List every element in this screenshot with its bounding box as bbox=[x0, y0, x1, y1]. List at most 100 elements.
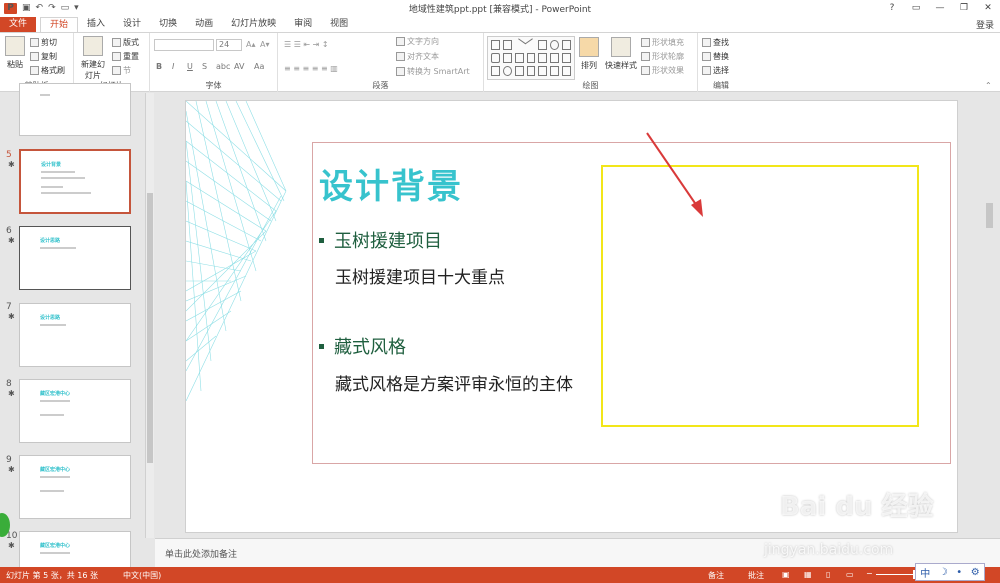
shapes-gallery[interactable] bbox=[487, 36, 575, 80]
ime-toolbar[interactable]: 中 ☽ • ⚙ bbox=[915, 563, 985, 581]
sub-text-1[interactable]: 玉树援建项目十大重点 bbox=[335, 263, 505, 288]
customize-toolbar-icon[interactable]: ▾ bbox=[74, 3, 79, 13]
bullet-item-2[interactable]: 藏式风格 bbox=[319, 333, 406, 359]
strikethrough-icon[interactable]: abc bbox=[216, 62, 230, 71]
shape-brace-icon[interactable] bbox=[538, 66, 548, 76]
tab-home[interactable]: 开始 bbox=[40, 17, 79, 32]
quick-styles-button[interactable]: 快速样式 bbox=[604, 37, 638, 71]
grow-font-icon[interactable]: A▴ bbox=[246, 40, 256, 49]
slide-thumbnail-9[interactable]: 藏区宏港中心 bbox=[19, 455, 131, 519]
tab-insert[interactable]: 插入 bbox=[78, 17, 114, 32]
reset-button[interactable]: 重置 bbox=[112, 51, 139, 62]
reading-view-icon[interactable]: ▯ bbox=[826, 570, 830, 579]
format-painter-button[interactable]: 格式刷 bbox=[30, 65, 65, 76]
notes-toggle-button[interactable]: 备注 bbox=[708, 570, 724, 581]
font-size-combo[interactable]: 24 bbox=[216, 39, 242, 51]
align-icon[interactable]: ≡ ≡ ≡ ≡ ≡ ▥ bbox=[284, 64, 338, 73]
zoom-out-icon[interactable]: − bbox=[866, 569, 873, 578]
redo-icon[interactable]: ↷ bbox=[48, 3, 56, 13]
shape-line-icon[interactable] bbox=[514, 53, 524, 63]
close-button[interactable]: ✕ bbox=[976, 0, 1000, 16]
login-link[interactable]: 登录 bbox=[976, 18, 994, 31]
minimize-button[interactable]: — bbox=[928, 0, 952, 16]
scrollbar-thumb[interactable] bbox=[147, 193, 153, 463]
ribbon-display-button[interactable]: ▭ bbox=[904, 0, 928, 16]
gear-icon[interactable]: ⚙ bbox=[971, 567, 980, 578]
tab-file[interactable]: 文件 bbox=[0, 17, 37, 32]
shape-more-icon[interactable] bbox=[562, 40, 571, 50]
paste-button[interactable]: 粘贴 bbox=[4, 36, 26, 70]
shape-arrow-icon[interactable] bbox=[526, 53, 536, 63]
undo-icon[interactable]: ↶ bbox=[36, 3, 44, 13]
slide-thumbnail-10[interactable]: 藏区宏港中心 bbox=[19, 531, 131, 571]
scrollbar-thumb[interactable] bbox=[986, 203, 993, 228]
shape-line-icon[interactable] bbox=[524, 38, 538, 52]
underline-button[interactable]: U bbox=[187, 62, 193, 71]
shadow-button[interactable]: S bbox=[202, 62, 207, 71]
slide-thumbnail-4[interactable] bbox=[19, 83, 131, 136]
save-icon[interactable]: ▣ bbox=[22, 3, 31, 13]
shape-pentagon-icon[interactable] bbox=[550, 53, 560, 63]
slide-thumbnail-8[interactable]: 藏区宏港中心 bbox=[19, 379, 131, 443]
shape-arrow-icon[interactable] bbox=[538, 53, 548, 63]
select-button[interactable]: 选择 bbox=[702, 65, 729, 76]
shape-rect-icon[interactable] bbox=[502, 40, 512, 50]
collapse-ribbon-icon[interactable]: ⌃ bbox=[985, 81, 992, 90]
normal-view-icon[interactable]: ▣ bbox=[782, 570, 790, 579]
shape-rect-icon[interactable] bbox=[491, 40, 500, 50]
tab-transitions[interactable]: 切换 bbox=[150, 17, 186, 32]
find-button[interactable]: 查找 bbox=[702, 37, 729, 48]
sub-text-2[interactable]: 藏式风格是方案评审永恒的主体 bbox=[335, 370, 573, 395]
comments-toggle-button[interactable]: 批注 bbox=[748, 570, 764, 581]
tab-view[interactable]: 视图 bbox=[321, 17, 357, 32]
tab-review[interactable]: 审阅 bbox=[285, 17, 321, 32]
tab-slideshow[interactable]: 幻灯片放映 bbox=[222, 17, 285, 32]
new-slide-button[interactable]: 新建幻灯片 bbox=[78, 36, 108, 81]
cut-button[interactable]: 剪切 bbox=[30, 37, 57, 48]
shape-rect-icon[interactable] bbox=[538, 40, 548, 50]
slide-thumbnail-7[interactable]: 设计思路 bbox=[19, 303, 131, 367]
shape-fill-button[interactable]: 形状填充 bbox=[641, 37, 684, 48]
shape-curve-icon[interactable] bbox=[502, 66, 512, 76]
shape-oval-icon[interactable] bbox=[550, 40, 560, 50]
shape-rounded-rect-icon[interactable] bbox=[491, 53, 500, 63]
shape-star-icon[interactable] bbox=[550, 66, 560, 76]
thumbnail-scrollbar[interactable] bbox=[145, 93, 154, 538]
shape-curve-icon[interactable] bbox=[514, 66, 524, 76]
shape-outline-button[interactable]: 形状轮廓 bbox=[641, 51, 684, 62]
tab-animations[interactable]: 动画 bbox=[186, 17, 222, 32]
shape-effects-button[interactable]: 形状效果 bbox=[641, 65, 684, 76]
bullet-item-1[interactable]: 玉树援建项目 bbox=[319, 227, 442, 253]
bullets-icon[interactable]: ☰ ☰ ⇤ ⇥ ↕ bbox=[284, 40, 329, 49]
change-case-button[interactable]: Aa bbox=[254, 62, 264, 71]
char-spacing-button[interactable]: AV bbox=[234, 62, 244, 71]
italic-button[interactable]: I bbox=[172, 62, 174, 71]
notes-placeholder[interactable]: 单击此处添加备注 bbox=[165, 547, 237, 560]
layout-button[interactable]: 版式 bbox=[112, 37, 139, 48]
shape-triangle-icon[interactable] bbox=[502, 53, 512, 63]
ime-mode[interactable]: 中 bbox=[920, 565, 930, 580]
tab-design[interactable]: 设计 bbox=[114, 17, 150, 32]
align-text-button[interactable]: 对齐文本 bbox=[396, 51, 439, 62]
dot-icon[interactable]: • bbox=[956, 567, 962, 578]
smartart-button[interactable]: 转换为 SmartArt bbox=[396, 66, 470, 77]
restore-button[interactable]: ❐ bbox=[952, 0, 976, 16]
sorter-view-icon[interactable]: ▦ bbox=[804, 570, 812, 579]
help-button[interactable]: ? bbox=[880, 0, 904, 16]
shape-line-icon[interactable] bbox=[512, 38, 526, 52]
text-direction-button[interactable]: 文字方向 bbox=[396, 36, 439, 47]
section-button[interactable]: 节 bbox=[112, 65, 131, 76]
shape-brace-icon[interactable] bbox=[526, 66, 536, 76]
shape-bracket-icon[interactable] bbox=[491, 66, 500, 76]
shape-more-icon[interactable] bbox=[562, 53, 571, 63]
slide-thumbnail-6[interactable]: 设计思路 bbox=[19, 226, 131, 290]
slide-scrollbar[interactable] bbox=[985, 93, 995, 538]
arrange-button[interactable]: 排列 bbox=[578, 37, 600, 71]
shape-more-icon[interactable] bbox=[562, 66, 571, 76]
font-name-combo[interactable] bbox=[154, 39, 214, 51]
slide-canvas[interactable]: 设计背景 玉树援建项目 玉树援建项目十大重点 藏式风格 藏式风格是方案评审永恒的… bbox=[185, 100, 958, 533]
copy-button[interactable]: 复制 bbox=[30, 51, 57, 62]
slide-thumbnail-5[interactable]: 设计背景 bbox=[19, 149, 131, 214]
shrink-font-icon[interactable]: A▾ bbox=[260, 40, 270, 49]
bold-button[interactable]: B bbox=[156, 62, 162, 71]
